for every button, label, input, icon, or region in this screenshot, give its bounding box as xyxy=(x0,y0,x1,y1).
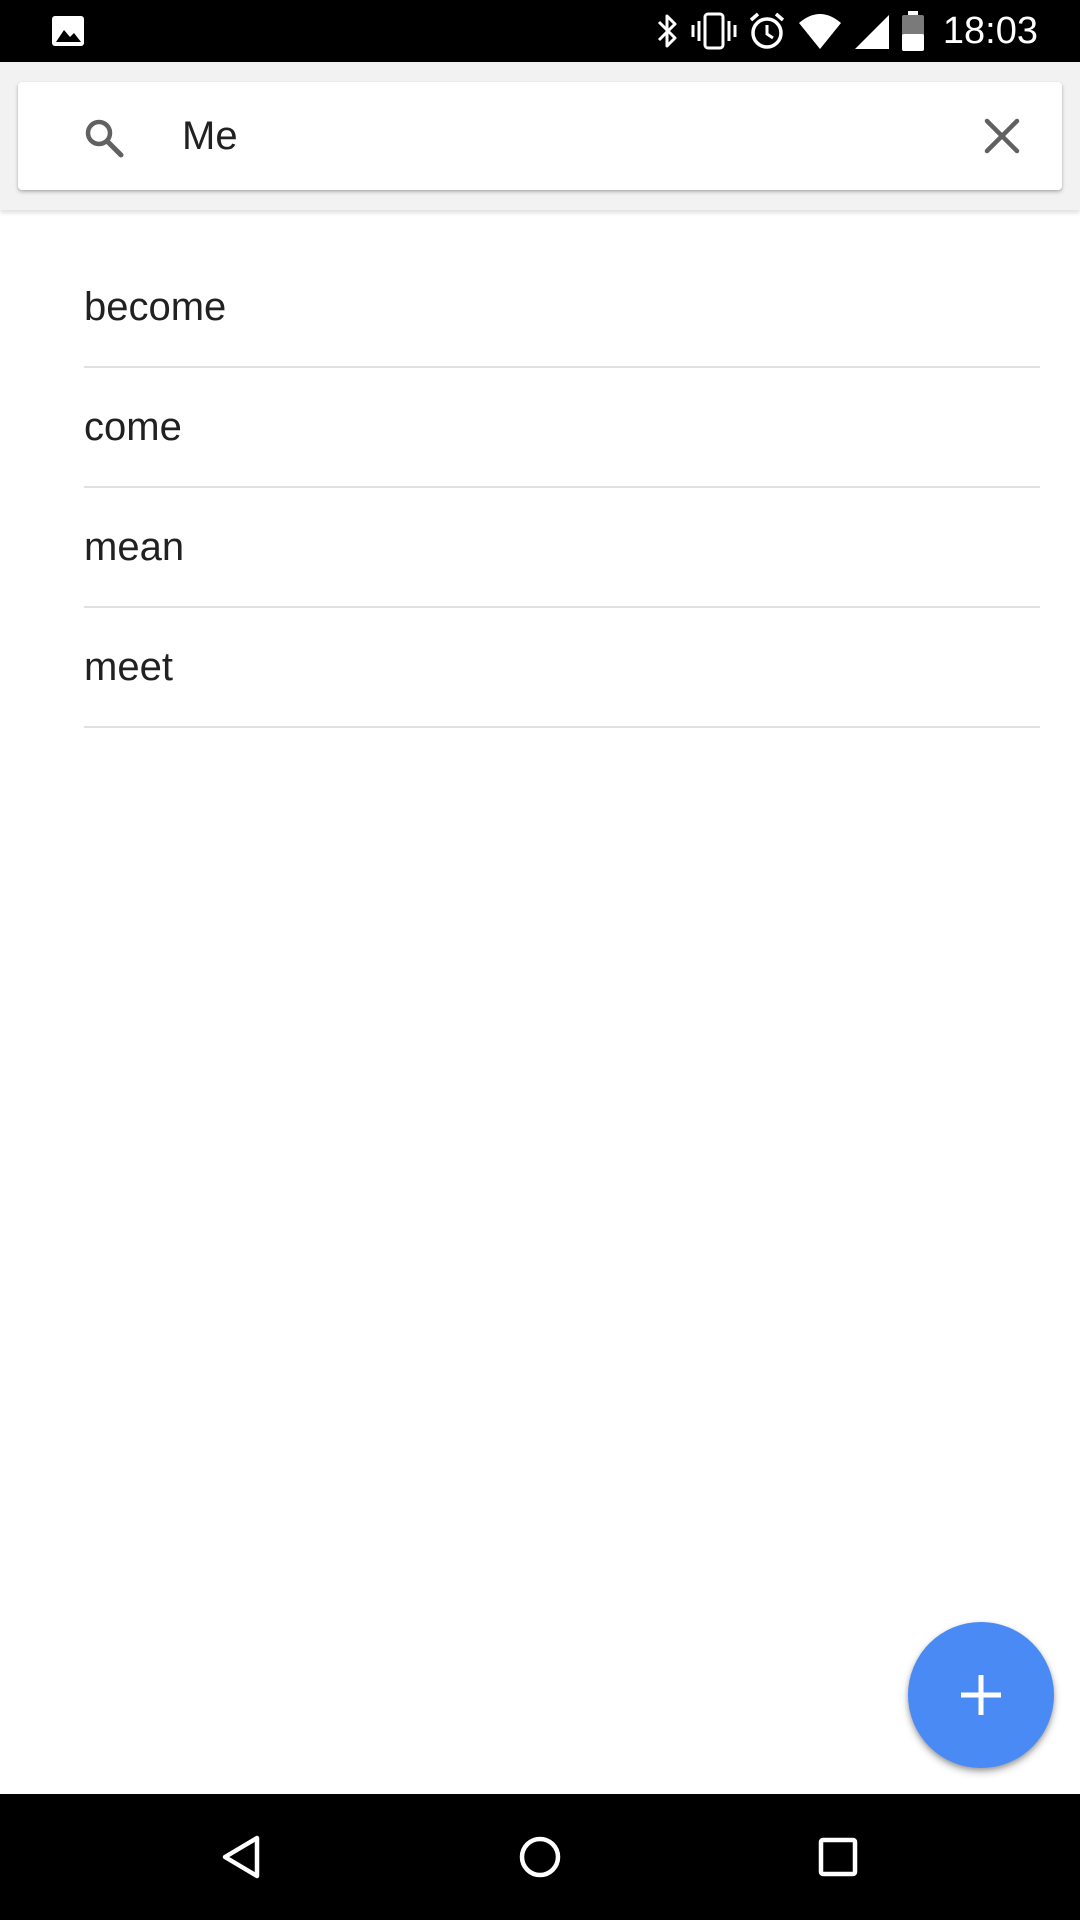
list-item-label: mean xyxy=(84,524,185,569)
status-icons: 18:03 xyxy=(655,0,1080,62)
status-time: 18:03 xyxy=(942,9,1038,52)
list-item[interactable]: mean xyxy=(84,488,1040,608)
search-icon[interactable] xyxy=(82,116,126,160)
wifi-icon xyxy=(797,11,843,51)
add-button[interactable] xyxy=(908,1622,1054,1768)
bluetooth-icon xyxy=(655,11,681,51)
battery-icon xyxy=(901,10,925,52)
navigation-bar xyxy=(0,1794,1080,1920)
alarm-icon xyxy=(747,11,787,51)
image-icon xyxy=(52,16,84,46)
list-item[interactable]: come xyxy=(84,368,1040,488)
vibrate-icon xyxy=(691,11,737,51)
home-icon xyxy=(519,1836,561,1878)
list-item[interactable]: become xyxy=(84,248,1040,368)
clear-button[interactable] xyxy=(972,106,1032,166)
status-bar: 18:03 xyxy=(0,0,1080,62)
list-item[interactable]: meet xyxy=(84,608,1040,728)
back-icon xyxy=(222,1835,260,1879)
search-bar xyxy=(18,82,1062,190)
list-item-label: come xyxy=(84,404,182,449)
search-input[interactable] xyxy=(164,106,980,166)
recents-button[interactable] xyxy=(803,1822,873,1892)
list-item-label: meet xyxy=(84,644,173,689)
cell-signal-icon xyxy=(853,11,891,51)
home-button[interactable] xyxy=(505,1822,575,1892)
recents-icon xyxy=(818,1837,858,1877)
back-button[interactable] xyxy=(206,1822,276,1892)
screen: 18:03 become come mean xyxy=(0,0,1080,1920)
search-region xyxy=(0,62,1080,210)
close-icon xyxy=(984,118,1020,154)
plus-icon xyxy=(961,1675,1001,1715)
list-item-label: become xyxy=(84,284,227,329)
result-list: become come mean meet xyxy=(84,248,1040,728)
